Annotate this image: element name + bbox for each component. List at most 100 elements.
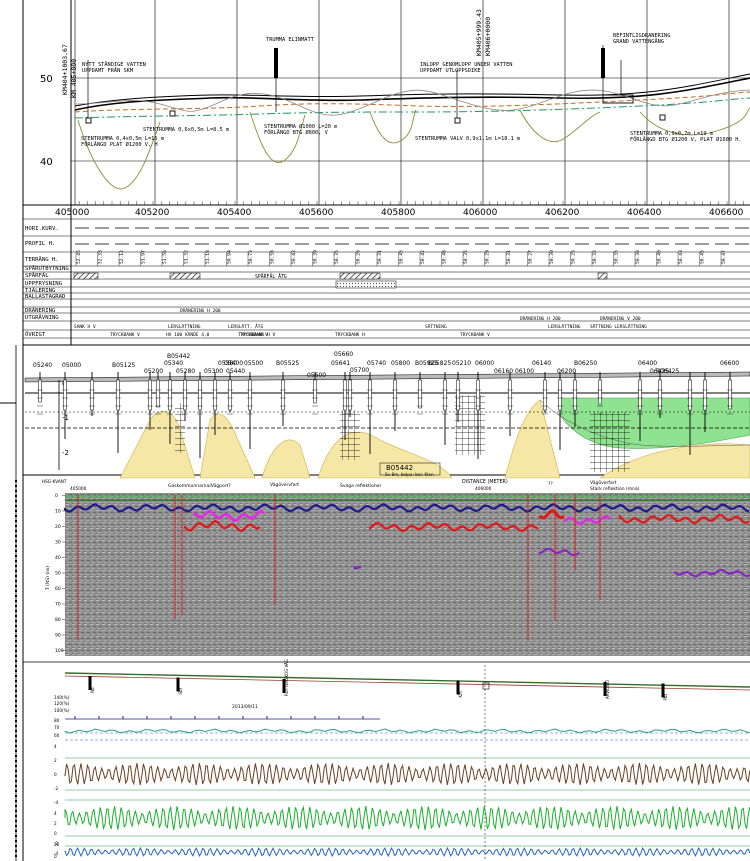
drainage-label: DRÄNERING H 200 <box>180 307 221 314</box>
panel-axis-label: -4 <box>54 800 59 805</box>
panel-axis-label: 4 <box>54 744 57 749</box>
gpr-ytick: 70 <box>55 602 61 608</box>
borehole-id: 05280 <box>176 368 195 375</box>
spv-hatch <box>339 272 381 280</box>
culvert-marker <box>659 114 666 121</box>
station-label: Sbr <box>178 687 183 694</box>
culvert-marker <box>169 110 176 117</box>
gpr-ytick: 60 <box>55 586 61 592</box>
green-dashdot-line <box>74 97 750 119</box>
gpr-annotation: ?? <box>548 481 553 487</box>
terrain-value: 51.56 <box>162 250 168 264</box>
gpr-image <box>65 493 750 656</box>
terrain-value: 50.32 <box>592 250 598 264</box>
table-row-label: ÖVRIGT <box>25 331 46 338</box>
terrain-value: 51.18 <box>205 250 211 264</box>
panel-axis-label: 100(%) <box>54 708 70 713</box>
gray-terrain-line <box>74 89 750 116</box>
gpr-radargram: HSG-KVANT 405000 DISTANCE (METER) 406000… <box>23 479 750 663</box>
callout-label: B05442 <box>386 464 413 472</box>
olive-ditch-3 <box>369 109 417 144</box>
station-label: Nb <box>90 687 95 693</box>
terrain-value: 51.32 <box>184 250 190 264</box>
other-label: TRYCKBANK V <box>460 332 490 338</box>
elevation-label-50: 50 <box>40 74 53 85</box>
chainage-label: 406000 <box>463 208 498 218</box>
grid-hatch <box>590 412 630 472</box>
gpr-annotation: Svaga reflektioner <box>340 483 381 489</box>
terrain-value: 50.27 <box>528 250 534 264</box>
other-label: LERSLÄTTNING <box>168 323 201 330</box>
depth-label: -2 <box>62 449 69 457</box>
borehole-id: 06100 <box>515 368 534 375</box>
borehole-id: 05660 <box>334 351 353 358</box>
terrain-value: 50.40 <box>657 250 663 264</box>
km-label-405: KM 405+000 <box>70 59 78 98</box>
panel-axis-label: 4 <box>54 811 57 816</box>
annotation-text: GRAND VATTENGÅNG <box>613 38 664 45</box>
gpr-ytick: 40 <box>55 555 61 561</box>
chainage-label: 406400 <box>627 208 662 218</box>
borehole-id: 05000 <box>62 362 81 369</box>
other-label: LERSLÄTT. ÅTG <box>228 323 264 330</box>
terrain-value: 52.12 <box>119 250 125 264</box>
borehole-id: 05641 <box>331 360 350 367</box>
gpr-chain-left: 405000 <box>70 486 87 492</box>
callout-sublabel: Sv 8m, bolpa: ber. Klen <box>385 472 434 477</box>
table-row-label: DRÄNERING <box>25 307 56 314</box>
panel-axis-label: 0 <box>54 772 57 777</box>
km-label-mid: KM405+999.43 <box>475 9 483 56</box>
gpr-ytick: 30 <box>55 540 61 546</box>
gpr-annotation: Vägöverfart <box>590 480 617 486</box>
other-label: SÄTTNING <box>425 323 447 330</box>
track-geometry-panel: Nb Sbr RUTTENSKOG VÄG Km ARVIDSJÖ Pbt 2013/09… <box>54 659 750 861</box>
gpr-chain-center: 406000 <box>475 486 492 492</box>
gpr-ytick: 20 <box>55 524 61 530</box>
terrain-value: 50.42 <box>291 250 297 264</box>
date-label: 2013/09/11 <box>232 704 258 710</box>
terrain-value: 50.25 <box>571 250 577 264</box>
annotation-text: FÖRLÄNGD BTG Ø800, V <box>264 129 329 136</box>
annotation-text: STENTRUMMA VALV 0,9x1.1m L=18.1 m <box>415 136 520 142</box>
borehole-id: 06160 <box>494 368 513 375</box>
annotation-text: FÖRLÄNGD BTG Ø1200 V, PLAT Ø1600 H. <box>630 136 742 143</box>
borehole-id: 06000 <box>475 360 494 367</box>
chainage-label: 406600 <box>709 208 744 218</box>
terrain-value: 50.39 <box>313 250 319 264</box>
chainage-label: 405200 <box>135 208 170 218</box>
olive-ditch-4 <box>519 109 601 143</box>
other-label: SANK H V <box>74 324 96 330</box>
station-label: Km <box>458 691 463 698</box>
km-label-start: KM404+1003.67 <box>61 44 69 95</box>
table-row-label: TERRÄNG H. <box>25 256 59 263</box>
terrain-value: 50.31 <box>506 250 512 264</box>
terrain-value: 50.47 <box>721 250 727 264</box>
panel-axis-label: 0 <box>54 831 57 836</box>
drainage-label: DRÄNERING H 200 <box>520 315 561 322</box>
grid-hatch <box>340 410 360 460</box>
gpr-ytick: 80 <box>55 617 61 623</box>
spv-label: SPÅRFÄL ÅTG <box>255 273 287 280</box>
longitudinal-profile: 50 40 405000 405200 405400 405600 405800 4060… <box>23 0 750 218</box>
other-label: TRYCKBANK H <box>335 332 365 338</box>
borehole-id: 05400 <box>224 360 243 367</box>
gpr-annotation: Vägövervfart <box>270 482 299 488</box>
table-row-label: HORI.KURV. <box>25 226 59 232</box>
borehole-id: 06600 <box>720 360 739 367</box>
panel-axis-label: 120(%) <box>54 701 70 706</box>
other-label: HV 100 KÄNDE 4,0 <box>166 331 210 338</box>
borehole-id: B06425 <box>656 368 679 375</box>
table-row-label: UPPFRYSNING <box>25 281 63 287</box>
table-row-label: TJÄLERING <box>25 287 56 294</box>
station-label: Pbt <box>663 694 668 701</box>
terrain-value: 50.58 <box>270 250 276 264</box>
gpr-title: DISTANCE (METER) <box>462 479 508 485</box>
other-label: TRYCKBANK H V <box>240 332 276 338</box>
frost-band <box>335 280 397 289</box>
table-row-label: BALLASTAGRAD <box>25 294 66 300</box>
panel-axis-label: 2 <box>54 821 57 826</box>
olive-ditch-2 <box>249 111 306 163</box>
borehole-id: 06200 <box>557 368 576 375</box>
profile-data-table: HORI.KURV. PROFIL H. TERRÄNG H. SPÅRUTBYTNI… <box>23 205 750 346</box>
other-label: TRYCKBANK V <box>110 332 140 338</box>
